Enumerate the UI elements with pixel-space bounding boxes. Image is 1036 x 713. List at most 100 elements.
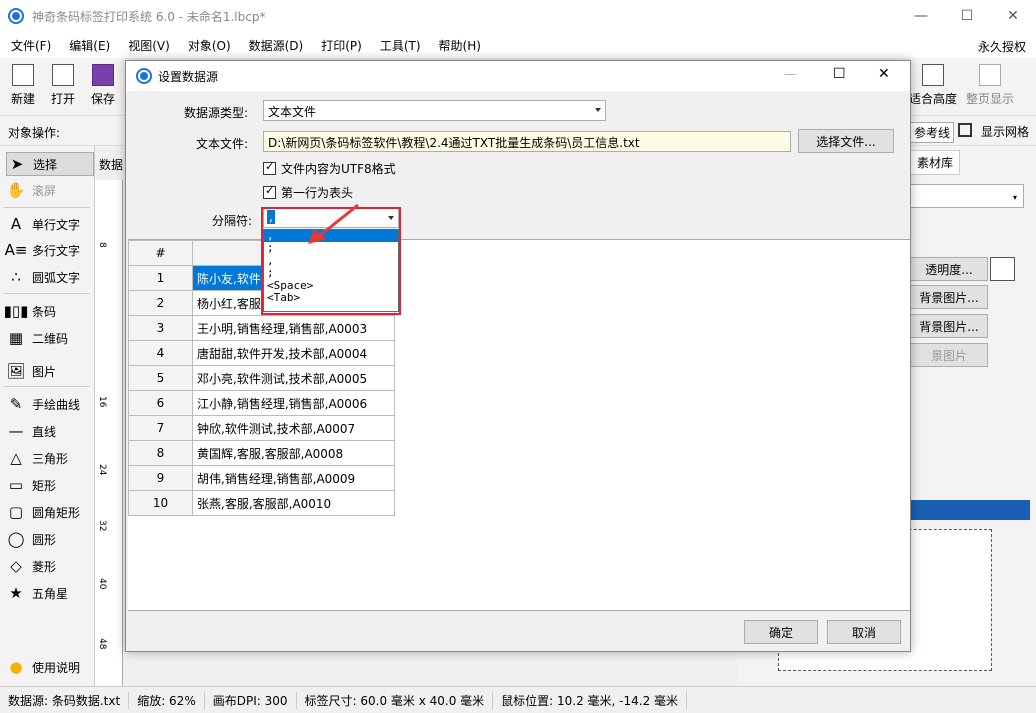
ruler-mark: 48 bbox=[97, 638, 107, 650]
menu-tools[interactable]: 工具(T) bbox=[369, 37, 428, 54]
right-panel-dropdown[interactable]: ▾ bbox=[910, 184, 1024, 208]
close-icon[interactable]: ✕ bbox=[990, 0, 1036, 32]
fit-height-icon bbox=[922, 64, 944, 86]
dialog-title: 设置数据源 bbox=[158, 69, 219, 84]
tool-select[interactable]: ➤ 选择 bbox=[6, 152, 94, 176]
data-preview-grid[interactable]: # 姓名 1陈小友,软件 2杨小红,客服 3王小明,销售经理,销售部,A0003… bbox=[128, 239, 910, 611]
table-row[interactable]: 7 钟欣,软件测试,技术部,A0007 bbox=[128, 415, 395, 441]
status-dpi: 画布DPI: 300 bbox=[205, 691, 297, 709]
tool-diamond[interactable]: ◇ 菱形 bbox=[6, 554, 94, 578]
menu-file[interactable]: 文件(F) bbox=[0, 37, 58, 54]
transparency-button[interactable]: 透明度... bbox=[910, 257, 988, 281]
chevron-down-icon: ▾ bbox=[1012, 193, 1017, 202]
column-header-num: # bbox=[128, 240, 193, 266]
table-row[interactable]: 3 王小明,销售经理,销售部,A0003 bbox=[128, 315, 395, 341]
new-button[interactable]: 新建 bbox=[4, 62, 42, 107]
tool-single-text[interactable]: A 单行文字 bbox=[6, 212, 94, 236]
panel-header-bar bbox=[910, 500, 1030, 520]
separator-label: 分隔符: bbox=[211, 214, 252, 228]
chevron-down-icon bbox=[595, 108, 601, 112]
minimize-icon[interactable]: — bbox=[784, 67, 796, 81]
table-row[interactable]: 10 张燕,客服,客服部,A0010 bbox=[128, 490, 395, 516]
multi-text-icon: A≡ bbox=[4, 241, 28, 259]
tool-freehand[interactable]: ✎ 手绘曲线 bbox=[6, 392, 94, 416]
palette-divider bbox=[4, 207, 90, 208]
open-button[interactable]: 打开 bbox=[44, 62, 82, 107]
help-guide-button[interactable]: ● 使用说明 bbox=[6, 655, 94, 679]
table-row[interactable]: 4 唐甜甜,软件开发,技术部,A0004 bbox=[128, 340, 395, 366]
menu-object[interactable]: 对象(O) bbox=[177, 37, 238, 54]
table-row[interactable]: 8 黄国辉,客服,客服部,A0008 bbox=[128, 440, 395, 466]
app-titlebar: 神奇条码标签打印系统 6.0 - 未命名1.lbcp* — ☐ ✕ bbox=[0, 0, 1036, 32]
app-logo-icon bbox=[136, 68, 152, 84]
datasource-dialog: 设置数据源 — ☐ ✕ 数据源类型: 文本文件 文本文件: D:\新网页\条码标… bbox=[125, 60, 911, 652]
save-button[interactable]: 保存 bbox=[84, 62, 122, 107]
menu-edit[interactable]: 编辑(E) bbox=[58, 37, 117, 54]
table-row[interactable]: 6 江小静,销售经理,销售部,A0006 bbox=[128, 390, 395, 416]
tool-star[interactable]: ★ 五角星 bbox=[6, 581, 94, 605]
tool-qrcode[interactable]: ▦ 二维码 bbox=[6, 326, 94, 350]
source-type-select[interactable]: 文本文件 bbox=[263, 100, 606, 121]
color-swatch[interactable] bbox=[990, 257, 1015, 281]
minimize-icon[interactable]: — bbox=[898, 0, 944, 32]
table-row[interactable]: 9 胡伟,销售经理,销售部,A0009 bbox=[128, 465, 395, 491]
fit-height-button[interactable]: 适合高度 bbox=[906, 62, 960, 107]
arc-text-icon: ∴ bbox=[11, 268, 21, 286]
show-grid-button[interactable]: 显示网格 bbox=[981, 123, 1029, 140]
maximize-icon[interactable]: ☐ bbox=[944, 0, 990, 32]
full-page-button[interactable]: 整页显示 bbox=[962, 62, 1018, 107]
cancel-button[interactable]: 取消 bbox=[827, 620, 901, 644]
tool-rounded-rect[interactable]: ▢ 圆角矩形 bbox=[6, 500, 94, 524]
header-row-checkbox[interactable]: 第一行为表头 bbox=[263, 184, 353, 201]
text-file-path-input[interactable]: D:\新网页\条码标签软件\教程\2.4通过TXT批量生成条码\员工信息.txt bbox=[263, 131, 791, 152]
full-page-icon bbox=[979, 64, 1001, 86]
utf8-checkbox[interactable]: 文件内容为UTF8格式 bbox=[263, 160, 396, 177]
palette-divider bbox=[4, 386, 90, 387]
triangle-icon: △ bbox=[10, 449, 22, 467]
table-row[interactable]: 5 邓小亮,软件测试,技术部,A0005 bbox=[128, 365, 395, 391]
tool-pan[interactable]: ✋ 滚屏 bbox=[6, 178, 94, 202]
app-title: 神奇条码标签打印系统 6.0 - 未命名1.lbcp* bbox=[32, 9, 266, 24]
canvas-tab[interactable]: 数据 bbox=[99, 156, 123, 173]
menu-bar: 文件(F) 编辑(E) 视图(V) 对象(O) 数据源(D) 打印(P) 工具(… bbox=[0, 32, 1036, 58]
status-zoom: 缩放: 62% bbox=[129, 691, 205, 709]
circle-icon: ◯ bbox=[7, 530, 25, 548]
menu-print[interactable]: 打印(P) bbox=[310, 37, 369, 54]
text-file-label: 文本文件: bbox=[195, 137, 248, 151]
material-tab[interactable]: 素材库 bbox=[910, 150, 961, 175]
ok-button[interactable]: 确定 bbox=[744, 620, 818, 644]
qrcode-icon: ▦ bbox=[8, 329, 24, 347]
ruler-mark: 32 bbox=[97, 520, 107, 532]
menu-view[interactable]: 视图(V) bbox=[117, 37, 177, 54]
line-icon: — bbox=[8, 422, 24, 440]
menu-datasource[interactable]: 数据源(D) bbox=[238, 37, 311, 54]
pen-icon: ✎ bbox=[9, 395, 23, 413]
tool-circle[interactable]: ◯ 圆形 bbox=[6, 527, 94, 551]
menu-help[interactable]: 帮助(H) bbox=[428, 37, 488, 54]
ruler-mark: 24 bbox=[97, 464, 107, 476]
vertical-ruler: 8 16 24 32 40 48 bbox=[95, 180, 123, 686]
single-text-icon: A bbox=[10, 215, 22, 233]
ref-line-button[interactable]: 参考线 bbox=[910, 122, 955, 143]
maximize-icon[interactable]: ☐ bbox=[833, 66, 846, 82]
tool-arc-text[interactable]: ∴ 圆弧文字 bbox=[6, 265, 94, 289]
bg-image-button-2[interactable]: 背景图片... bbox=[910, 314, 988, 338]
status-label-size: 标签尺寸: 60.0 毫米 x 40.0 毫米 bbox=[297, 691, 494, 709]
new-file-icon bbox=[12, 64, 34, 86]
tool-line[interactable]: — 直线 bbox=[6, 419, 94, 443]
status-source: 数据源: 条码数据.txt bbox=[0, 691, 130, 709]
tool-barcode[interactable]: ▮▯▮ 条码 bbox=[4, 299, 94, 323]
bg-image-button[interactable]: 背景图片... bbox=[910, 285, 988, 309]
tool-rectangle[interactable]: ▭ 矩形 bbox=[6, 473, 94, 497]
choose-file-button[interactable]: 选择文件... bbox=[798, 129, 894, 153]
tool-triangle[interactable]: △ 三角形 bbox=[6, 446, 94, 470]
tool-image[interactable]: 🖼 图片 bbox=[6, 359, 94, 383]
image-icon: 🖼 bbox=[6, 362, 26, 380]
ruler-mark: 16 bbox=[97, 396, 107, 408]
open-file-icon bbox=[52, 64, 74, 86]
dialog-titlebar: 设置数据源 — ☐ ✕ bbox=[126, 61, 910, 91]
close-icon[interactable]: ✕ bbox=[878, 66, 890, 82]
object-ops-label: 对象操作: bbox=[8, 126, 61, 140]
bg-image-button-3[interactable]: 景图片 bbox=[910, 343, 988, 367]
tool-multi-text[interactable]: A≡ 多行文字 bbox=[4, 238, 94, 262]
